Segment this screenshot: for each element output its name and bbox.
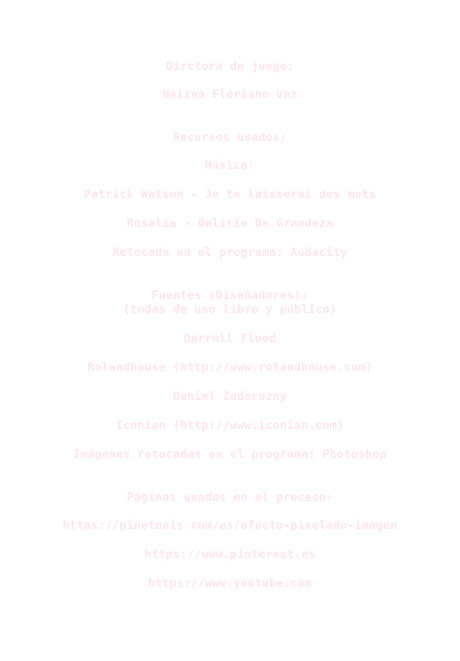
fonts-heading: Fuentes (Diseñadores):: [151, 288, 309, 302]
page-link-1: https://pinetnois.com/es/efecto-pixelado…: [62, 518, 398, 532]
font-credit-3: Daniel Zadorozny: [173, 389, 287, 403]
pages-heading: Páginas usadas en el proceso:: [126, 490, 334, 504]
music-heading: Música:: [205, 158, 255, 172]
resources-heading: Recursos usados:: [173, 130, 287, 144]
font-credit-2: Rolandhouse (http://www.rolandhouse.com): [87, 360, 373, 374]
music-credit-1: Patrick Watson - Je te laisserai des mot…: [83, 187, 377, 201]
font-credit-1: Darrell Flood: [183, 331, 277, 345]
page-link-3: https://www.youtube.com: [148, 576, 312, 590]
director-name: Naizea Floriano Vaz: [162, 87, 298, 101]
music-credit-2: Rosalía - Delirio De Grandeza: [126, 216, 334, 230]
images-edit-note: Imágenes retocadas en el programa: Photo…: [73, 447, 387, 461]
music-edit-note: Retocada en el programa: Audacity: [112, 245, 348, 259]
font-credit-4: Iconian (http://www.iconian.com): [116, 418, 344, 432]
fonts-subheading: (todas de uso libre y público): [123, 302, 337, 316]
direction-heading: Dirctora de juego:: [165, 59, 295, 73]
page-link-2: https://www.pinterest.es: [144, 547, 316, 561]
credits-screen: Dirctora de juego: Naizea Floriano Vaz R…: [0, 0, 460, 661]
